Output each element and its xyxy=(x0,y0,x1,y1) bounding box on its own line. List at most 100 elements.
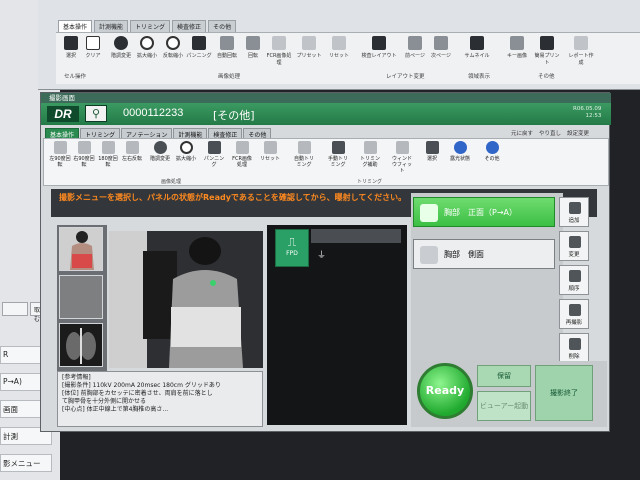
order-button[interactable]: 順序 xyxy=(559,265,589,295)
tool-label: 階調変更 xyxy=(110,53,131,59)
tone-button[interactable]: 階調変更 xyxy=(149,141,171,162)
add-button[interactable]: 追加 xyxy=(559,197,589,227)
cursor-icon xyxy=(425,141,439,154)
undo-icon xyxy=(263,141,277,154)
bg-thumbnail-tool[interactable]: サムネイル xyxy=(464,36,490,59)
prev-icon xyxy=(408,36,422,50)
cursor-icon xyxy=(64,36,78,50)
tool-label: 回転 xyxy=(247,53,258,59)
protocol-item[interactable]: 胸部 側面 xyxy=(413,239,555,269)
group-label-image: 画像処理 xyxy=(161,179,182,185)
bg-fcr-tool[interactable]: FCR画像処理 xyxy=(266,36,292,66)
trim-assist-button[interactable]: トリミング補助 xyxy=(359,141,381,168)
bg-layout-tool[interactable]: 検査レイアウト xyxy=(360,36,398,59)
settings-link[interactable]: 設定変更 xyxy=(567,129,589,137)
add-icon xyxy=(569,202,581,214)
print-icon xyxy=(540,36,554,50)
pan-button[interactable]: パンニング xyxy=(203,141,225,168)
rotate-left-button[interactable]: 左90度回転 xyxy=(49,141,71,168)
xray-thumbnail[interactable] xyxy=(59,323,103,367)
info-line: て胸甲骨を十分外側に開かせる xyxy=(62,398,147,405)
fcr-button[interactable]: FCR画像処理 xyxy=(231,141,253,168)
button-label: 追加 xyxy=(568,218,580,224)
bg-prev-page-tool[interactable]: 前ページ xyxy=(402,36,428,59)
zoom-button[interactable]: 拡大縮小 xyxy=(175,141,197,162)
rotate-icon xyxy=(246,36,260,50)
left-panel-button-1[interactable] xyxy=(2,302,28,316)
tool-label: パンニング xyxy=(203,156,225,168)
undo-link[interactable]: 元に戻す xyxy=(511,129,533,137)
bg-preset-tool[interactable]: プリセット xyxy=(296,36,322,59)
tool-label: クリア xyxy=(85,53,101,59)
tool-label: 右90度回転 xyxy=(73,156,95,168)
empty-thumbnail[interactable] xyxy=(59,275,103,319)
other-icon xyxy=(485,141,499,154)
info-line: [中心点] 体正中線上で第4胸椎の高さ... xyxy=(62,406,169,413)
window-fit-icon xyxy=(395,141,409,154)
manual-trim-button[interactable]: 手動トリミング xyxy=(327,141,349,168)
bg-tone-tool[interactable]: 階調変更 xyxy=(108,36,134,59)
dr-logo: DR xyxy=(47,106,79,122)
magnifier-icon xyxy=(179,141,193,154)
protocol-item-selected[interactable]: 胸部 正面（P→A） xyxy=(413,197,555,227)
tool-label: FCR画像処理 xyxy=(232,156,252,168)
redo-link[interactable]: やり直し xyxy=(539,129,561,137)
info-line: [体位] 前胸部をカセッテに密着させ、両肩を前に落とし xyxy=(62,390,213,397)
viewer-launch-button[interactable]: ビューアー起動 xyxy=(477,391,531,421)
bg-next-page-tool[interactable]: 次ページ xyxy=(428,36,454,59)
report-icon xyxy=(574,36,588,50)
flip-button[interactable]: 左右反転 xyxy=(121,141,143,162)
window-fit-button[interactable]: ウィンドウフィット xyxy=(391,141,413,174)
tool-label: 階調変更 xyxy=(149,156,170,162)
fpd-icon: ⎍ xyxy=(287,235,297,249)
hold-button[interactable]: 保留 xyxy=(477,365,531,387)
monitor-icon xyxy=(470,36,484,50)
instruction-message: 撮影メニューを選択し、パネルの状態がReadyであることを確認してから、曝射して… xyxy=(59,193,407,202)
bg-reset-tool[interactable]: リセット xyxy=(326,36,352,59)
auto-trim-button[interactable]: 自動トリミング xyxy=(293,141,315,168)
bg-pan-tool[interactable]: パンニング xyxy=(186,36,212,59)
tool-label: 左90度回転 xyxy=(49,156,71,168)
tool-label: パンニング xyxy=(186,53,212,59)
tool-label: 前ページ xyxy=(405,53,425,59)
left-list-item[interactable]: 影メニュー xyxy=(0,454,52,472)
bg-print-tool[interactable]: 簡易プリント xyxy=(534,36,560,66)
retake-button[interactable]: 再撮影 xyxy=(559,299,589,329)
tool-label: トリミング補助 xyxy=(359,156,380,168)
bg-clear-tool[interactable]: クリア xyxy=(80,36,106,59)
clock: R06.05.09 12:53 xyxy=(573,106,601,120)
key-image-icon xyxy=(510,36,524,50)
bg-report-tool[interactable]: レポート作成 xyxy=(568,36,594,66)
bg-zoom-tool[interactable]: 拡大縮小 xyxy=(134,36,160,59)
bg-keyimage-tool[interactable]: キー画像 xyxy=(504,36,530,59)
top-links: 元に戻す やり直し 設定変更 xyxy=(511,129,589,137)
patient-icon: ⚲ xyxy=(85,105,107,122)
tool-label: リセット xyxy=(328,53,349,59)
tool-label: 自動トリミング xyxy=(293,156,314,168)
select-button[interactable]: 選択 xyxy=(421,141,443,162)
flip-icon xyxy=(125,141,139,154)
reset-button[interactable]: リセット xyxy=(259,141,281,162)
rotate-180-button[interactable]: 180度回転 xyxy=(97,141,119,168)
tool-label: 露光状態 xyxy=(449,156,470,162)
exam-category: [その他] xyxy=(213,109,255,122)
fpd-panel-button[interactable]: ⎍ FPD xyxy=(275,229,309,267)
order-icon xyxy=(569,270,581,282)
bg-rotate-tool[interactable]: 回転 xyxy=(240,36,266,59)
clear-icon xyxy=(86,36,100,50)
ready-indicator[interactable]: Ready xyxy=(417,363,473,419)
dialog-title: 撮影画面 xyxy=(41,93,611,103)
rotate-right-button[interactable]: 右90度回転 xyxy=(73,141,95,168)
bg-autorotate-tool[interactable]: 自動回転 xyxy=(214,36,240,59)
next-icon xyxy=(434,36,448,50)
exposure-state-button[interactable]: 露光状態 xyxy=(449,141,471,162)
other-button[interactable]: その他 xyxy=(481,141,503,162)
rotate-180-icon xyxy=(101,141,115,154)
bg-reverse-zoom-tool[interactable]: 反転縮小 xyxy=(160,36,186,59)
end-exam-button[interactable]: 撮影終了 xyxy=(535,365,593,421)
hand-icon xyxy=(207,141,221,154)
photo-thumbnail[interactable] xyxy=(59,227,103,271)
delete-button[interactable]: 削除 xyxy=(559,333,589,363)
change-button[interactable]: 変更 xyxy=(559,231,589,261)
bg-group-label: レイアウト変更 xyxy=(386,74,425,80)
